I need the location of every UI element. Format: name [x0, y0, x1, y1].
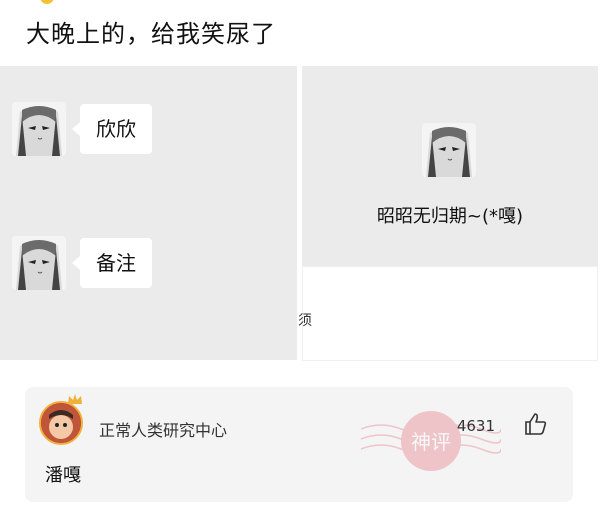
contact-name: 昭昭无归期~(*嘎) [376, 206, 524, 227]
stamp-badge-text: 神评 [411, 430, 451, 454]
chat-screenshot-panel[interactable]: 欣欣 备注 [0, 66, 297, 360]
stamp-badge-icon: 神评 [360, 399, 502, 489]
contact-card-panel[interactable] [302, 66, 598, 266]
user-avatar[interactable] [39, 401, 83, 445]
post-title: 大晚上的，给我笑尿了 [26, 20, 276, 48]
contact-card-blank [302, 266, 598, 361]
chat-bubble: 欣欣 [72, 104, 152, 154]
thumbs-up-icon[interactable] [523, 411, 549, 437]
anime-avatar-icon [422, 123, 476, 177]
chat-bubble: 备注 [72, 238, 152, 288]
crown-icon [68, 394, 82, 404]
comment-card[interactable]: 正常人类研究中心 神评 4631 潘嘎 [25, 387, 573, 502]
comment-text: 潘嘎 [45, 465, 81, 486]
like-count: 4631 [456, 417, 495, 435]
anime-avatar-icon [12, 102, 66, 156]
stray-character: 须 [298, 313, 312, 329]
cut-header [26, 0, 276, 6]
emoji-icon [40, 0, 54, 4]
comment-username[interactable]: 正常人类研究中心 [99, 417, 227, 441]
anime-avatar-icon [12, 236, 66, 290]
